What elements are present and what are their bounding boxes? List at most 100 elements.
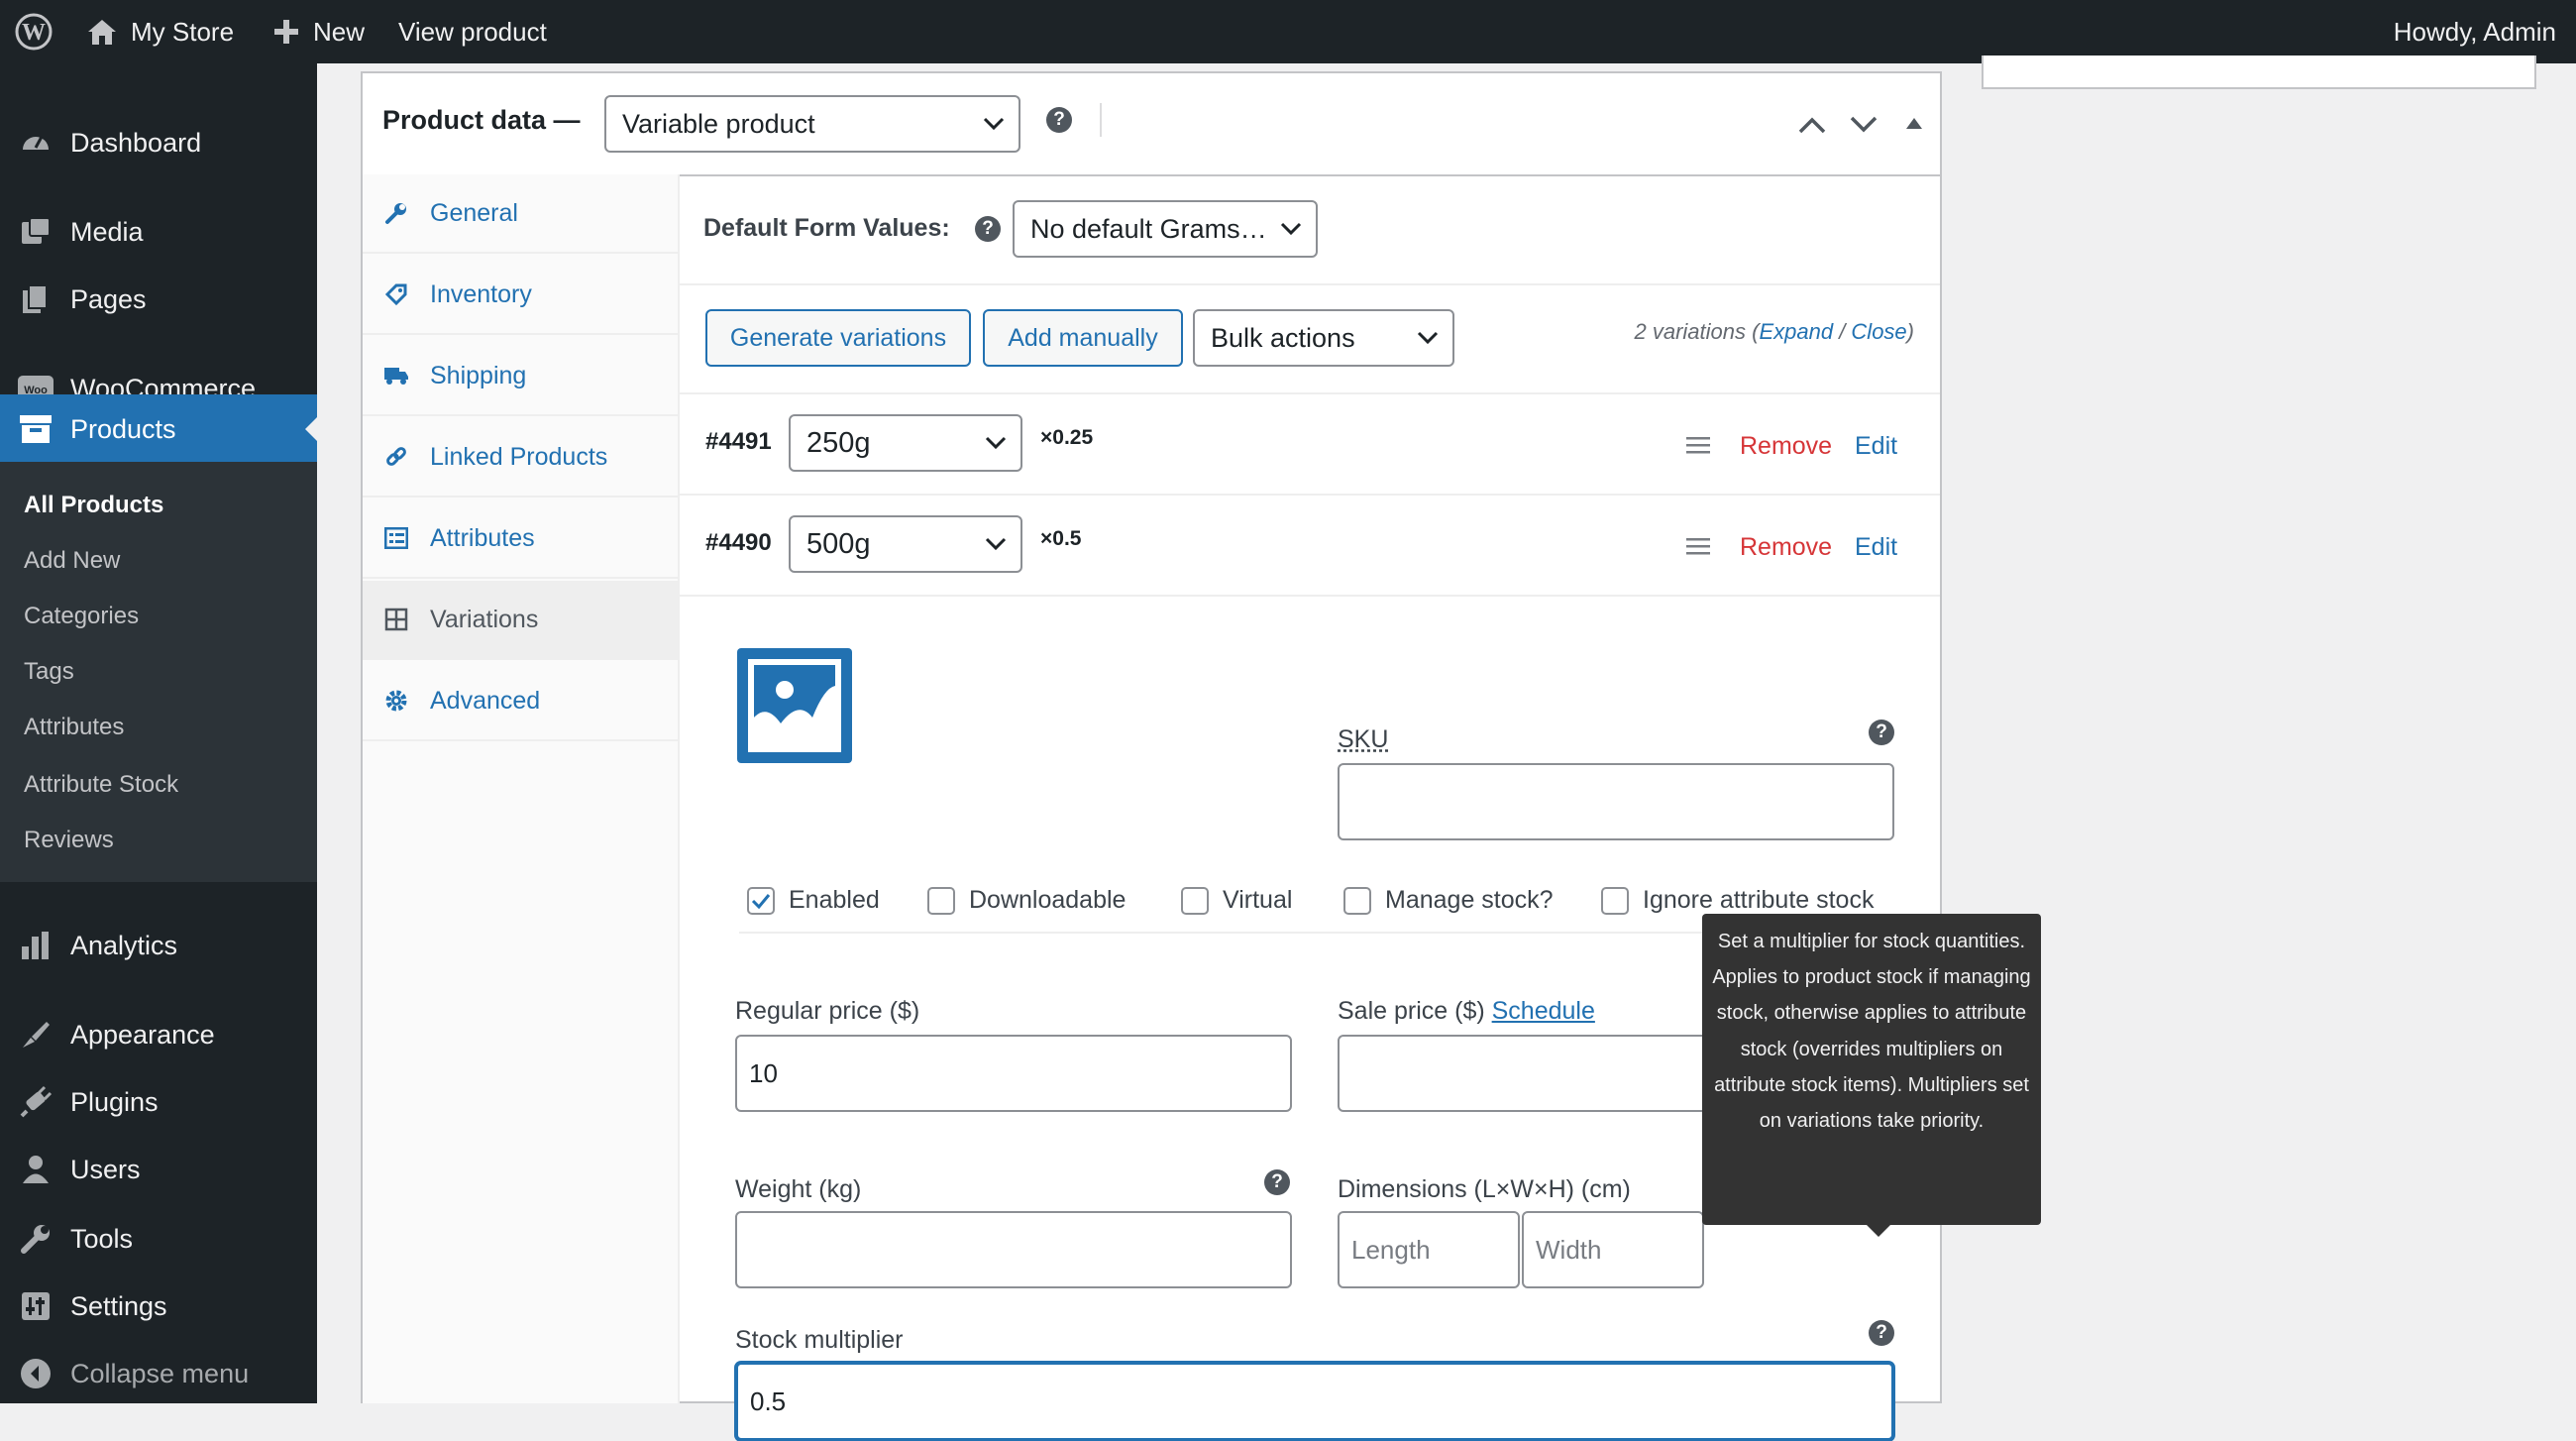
remove-variation-link[interactable]: Remove	[1740, 533, 1832, 562]
tab-inventory[interactable]: Inventory	[363, 256, 678, 335]
stock-multiplier-label: Stock multiplier	[735, 1326, 904, 1354]
users-icon	[17, 1151, 54, 1188]
wrench-icon	[382, 201, 410, 225]
checkmark-icon	[751, 893, 771, 909]
menu-users[interactable]: Users	[0, 1140, 317, 1199]
menu-plugins[interactable]: Plugins	[0, 1072, 317, 1132]
move-down-icon[interactable]	[1849, 115, 1878, 135]
collapse-menu-button[interactable]: Collapse menu	[0, 1344, 317, 1403]
edit-variation-link[interactable]: Edit	[1855, 533, 1897, 562]
enabled-checkbox[interactable]: Enabled	[747, 886, 880, 915]
width-input[interactable]: Width	[1522, 1211, 1704, 1288]
submenu-categories[interactable]: Categories	[24, 603, 139, 630]
site-name-link[interactable]: My Store	[85, 0, 234, 63]
product-data-header: Product data — Variable product ?	[363, 73, 1940, 176]
dashboard-icon	[17, 124, 54, 162]
submenu-attribute-stock[interactable]: Attribute Stock	[24, 771, 178, 799]
submenu-all-products[interactable]: All Products	[24, 492, 163, 519]
image-placeholder-icon	[748, 659, 841, 752]
side-metabox	[1982, 55, 2536, 89]
toggle-panel-icon[interactable]	[1904, 115, 1924, 131]
plugins-icon	[17, 1083, 54, 1121]
settings-icon	[17, 1287, 54, 1325]
variation-row[interactable]: #4491 250g ×0.25 Remove Edit	[680, 394, 1940, 496]
bulk-actions-select[interactable]: Bulk actions	[1193, 309, 1454, 367]
ignore-attribute-stock-checkbox[interactable]: Ignore attribute stock	[1601, 886, 1874, 915]
menu-appearance[interactable]: Appearance	[0, 1005, 317, 1064]
sku-label: SKU	[1338, 725, 1389, 753]
stock-multiplier-input[interactable]: 0.5	[735, 1362, 1894, 1441]
expand-link[interactable]: Expand	[1759, 319, 1833, 344]
variation-row[interactable]: #4490 500g ×0.5 Remove Edit	[680, 496, 1940, 597]
checkbox	[1601, 886, 1629, 915]
tab-variations[interactable]: Variations	[363, 581, 678, 660]
chevron-down-icon	[1417, 331, 1439, 345]
menu-analytics[interactable]: Analytics	[0, 916, 317, 975]
media-icon	[17, 213, 54, 251]
drag-handle-icon[interactable]	[1686, 436, 1710, 454]
menu-pages[interactable]: Pages	[0, 270, 317, 329]
checkbox	[747, 886, 775, 915]
chevron-down-icon	[985, 537, 1007, 551]
tab-attributes[interactable]: Attributes	[363, 499, 678, 579]
variation-option-select[interactable]: 250g	[789, 414, 1022, 472]
close-link[interactable]: Close	[1851, 319, 1906, 344]
product-type-select[interactable]: Variable product	[604, 95, 1020, 153]
submenu-add-new[interactable]: Add New	[24, 547, 120, 575]
tab-advanced[interactable]: Advanced	[363, 662, 678, 741]
generate-variations-button[interactable]: Generate variations	[705, 309, 971, 367]
weight-input[interactable]	[735, 1211, 1292, 1288]
length-input[interactable]: Length	[1338, 1211, 1520, 1288]
link-icon	[382, 445, 410, 469]
chevron-down-icon	[1280, 222, 1302, 236]
checkbox	[1181, 886, 1209, 915]
schedule-link[interactable]: Schedule	[1492, 997, 1595, 1025]
submenu-reviews[interactable]: Reviews	[24, 827, 114, 854]
drag-handle-icon[interactable]	[1686, 537, 1710, 555]
admin-sidebar: Dashboard Media Pages Woo WooCommerce Pr…	[0, 63, 317, 1403]
my-account-link[interactable]: Howdy, Admin	[2394, 0, 2556, 63]
products-icon	[17, 410, 54, 448]
menu-settings[interactable]: Settings	[0, 1276, 317, 1336]
menu-media[interactable]: Media	[0, 202, 317, 262]
tab-general[interactable]: General	[363, 174, 678, 254]
weight-help-icon[interactable]: ?	[1264, 1169, 1290, 1195]
divider	[680, 283, 1940, 285]
add-manually-button[interactable]: Add manually	[983, 309, 1183, 367]
product-type-help-icon[interactable]: ?	[1046, 107, 1072, 133]
remove-variation-link[interactable]: Remove	[1740, 432, 1832, 461]
virtual-checkbox[interactable]: Virtual	[1181, 886, 1292, 915]
sku-help-icon[interactable]: ?	[1869, 720, 1894, 745]
default-form-values-help-icon[interactable]: ?	[975, 216, 1001, 242]
variation-option-select[interactable]: 500g	[789, 515, 1022, 573]
manage-stock-checkbox[interactable]: Manage stock?	[1343, 886, 1554, 915]
new-link[interactable]: New	[271, 0, 365, 63]
default-grams-select[interactable]: No default Grams…	[1013, 200, 1318, 258]
collapse-icon	[17, 1355, 54, 1392]
menu-tools[interactable]: Tools	[0, 1209, 317, 1269]
variation-multiplier: ×0.25	[1040, 426, 1094, 449]
checkbox	[927, 886, 955, 915]
stock-multiplier-help-icon[interactable]: ?	[1869, 1320, 1894, 1346]
move-up-icon[interactable]	[1797, 115, 1827, 135]
header-divider	[1100, 103, 1102, 137]
wordpress-logo-icon[interactable]: W	[14, 0, 54, 63]
view-product-link[interactable]: View product	[398, 0, 547, 63]
submenu-tags[interactable]: Tags	[24, 658, 74, 686]
tab-shipping[interactable]: Shipping	[363, 337, 678, 416]
variation-image-button[interactable]	[737, 648, 852, 763]
sku-input[interactable]	[1338, 763, 1894, 840]
appearance-icon	[17, 1016, 54, 1053]
regular-price-input[interactable]: 10	[735, 1035, 1292, 1112]
downloadable-checkbox[interactable]: Downloadable	[927, 886, 1126, 915]
product-data-title: Product data —	[382, 105, 581, 135]
truck-icon	[382, 365, 410, 387]
svg-text:W: W	[22, 20, 46, 46]
tab-linked-products[interactable]: Linked Products	[363, 418, 678, 498]
menu-products[interactable]: Products	[0, 394, 317, 464]
stock-multiplier-tooltip: Set a multiplier for stock quantities. A…	[1702, 914, 2041, 1237]
menu-dashboard[interactable]: Dashboard	[0, 113, 317, 172]
submenu-attributes[interactable]: Attributes	[24, 714, 124, 741]
edit-variation-link[interactable]: Edit	[1855, 432, 1897, 461]
admin-bar: W My Store New View product Howdy, Admin	[0, 0, 2576, 63]
